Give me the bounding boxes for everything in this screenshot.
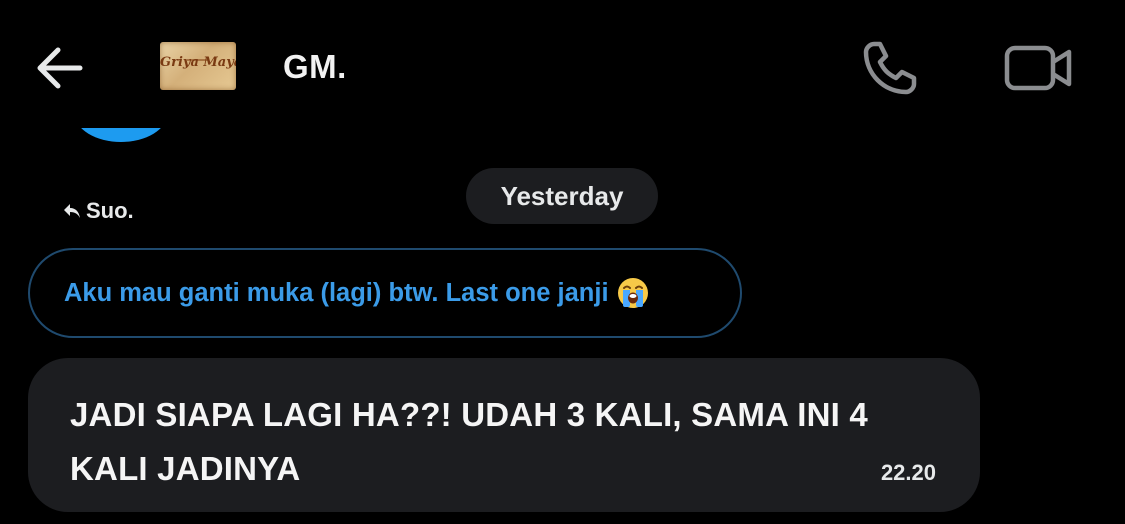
message-bubble[interactable]: JADI SIAPA LAGI HA??! UDAH 3 KALI, SAMA …	[28, 358, 980, 512]
reply-to-name: Suo.	[86, 198, 134, 223]
back-button[interactable]	[32, 40, 88, 96]
call-button[interactable]	[858, 36, 922, 100]
reply-indicator: Suo.	[62, 196, 134, 226]
video-camera-icon	[1004, 45, 1072, 91]
chat-header: Griya Maya GM.	[0, 0, 1125, 130]
phone-icon	[863, 41, 917, 95]
date-separator: Yesterday	[466, 168, 658, 224]
chat-title[interactable]: GM.	[283, 48, 347, 86]
reply-arrow-icon	[64, 204, 80, 218]
avatar[interactable]: Griya Maya	[160, 42, 236, 90]
message-timestamp: 22.20	[880, 460, 936, 485]
quoted-message[interactable]: Aku mau ganti muka (lagi) btw. Last one …	[28, 248, 742, 338]
quoted-message-text: Aku mau ganti muka (lagi) btw. Last one …	[64, 278, 609, 307]
avatar-logo-text: Griya Maya	[160, 55, 236, 70]
video-call-button[interactable]	[1001, 38, 1077, 98]
arrow-left-icon	[37, 47, 83, 89]
message-text: JADI SIAPA LAGI HA??! UDAH 3 KALI, SAMA …	[70, 396, 868, 487]
loudly-crying-face-emoji	[617, 278, 648, 308]
